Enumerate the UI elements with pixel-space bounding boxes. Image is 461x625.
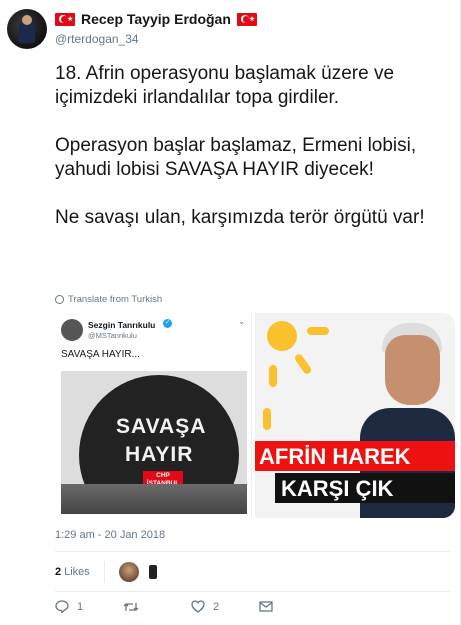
embedded-tweet-text: SAVAŞA HAYIR...	[61, 349, 140, 360]
sun-ray	[293, 352, 313, 376]
media-image-embedded-tweet[interactable]: Sezgin Tanrıkulu ✓ @MSTanrikulu ⌄ SAVAŞA…	[55, 313, 252, 518]
envelope-icon	[259, 601, 273, 612]
crowd-background	[61, 484, 247, 514]
like-button[interactable]: 2	[191, 600, 259, 613]
embedded-avatar	[61, 319, 83, 341]
reply-count: 1	[77, 600, 84, 613]
author-display-name[interactable]: Recep Tayyip Erdoğan	[81, 11, 231, 27]
avatar-head	[22, 15, 32, 25]
heart-icon	[191, 600, 205, 613]
tweet-timestamp[interactable]: 1:29 am - 20 Jan 2018	[55, 529, 165, 541]
likes-summary: 2 Likes	[55, 559, 167, 585]
author-handle[interactable]: @rterdogan_34	[55, 32, 139, 46]
retweet-button[interactable]	[123, 601, 191, 613]
divider	[55, 591, 450, 592]
likes-label[interactable]: Likes	[64, 566, 90, 578]
sign-text-line2: HAYIR	[125, 443, 194, 466]
likes-count[interactable]: 2	[55, 566, 61, 578]
tweet-text: 18. Afrin operasyonu başlamak üzere ve i…	[55, 62, 450, 254]
media-image-news[interactable]: AFRİN HAREK KARŞI ÇIK	[255, 313, 455, 518]
reply-icon	[55, 600, 69, 613]
retweet-icon	[123, 602, 139, 611]
media-grid: Sezgin Tanrıkulu ✓ @MSTanrikulu ⌄ SAVAŞA…	[55, 313, 455, 518]
turkey-flag-icon: ★	[55, 12, 75, 26]
divider	[103, 561, 105, 583]
tweet-paragraph: Operasyon başlar başlamaz, Ermeni lobisi…	[55, 135, 417, 180]
turkey-flag-icon: ★	[236, 12, 257, 26]
tweet-card: ★ Recep Tayyip Erdoğan ★ @rterdogan_34 1…	[0, 0, 461, 625]
embedded-author-handle: @MSTanrikulu	[88, 331, 137, 340]
sun-ray	[263, 408, 271, 430]
sun-logo-icon	[267, 321, 297, 351]
tweet-paragraph: Ne savaşı ulan, karşımızda terör örgütü …	[55, 207, 425, 228]
author-name-row[interactable]: ★ Recep Tayyip Erdoğan ★	[55, 11, 257, 27]
sun-ray	[307, 327, 329, 335]
news-headline-line1: AFRİN HAREK	[259, 444, 411, 469]
divider	[55, 551, 450, 552]
news-headline-line2: KARŞI ÇIK	[281, 476, 394, 501]
politician-face	[385, 335, 440, 405]
action-bar: 1 2	[55, 600, 327, 613]
sign-text-line1: SAVAŞA	[116, 415, 207, 438]
tweet-paragraph: 18. Afrin operasyonu başlamak üzere ve i…	[55, 63, 395, 108]
translate-label: Translate from Turkish	[68, 294, 163, 305]
globe-icon	[55, 295, 64, 304]
reply-button[interactable]: 1	[55, 600, 123, 613]
chp-badge-line1: CHP	[156, 472, 170, 479]
direct-message-button[interactable]	[259, 601, 327, 612]
embedded-author-name: Sezgin Tanrıkulu	[88, 320, 156, 330]
chevron-down-icon: ⌄	[238, 317, 245, 326]
protest-photo: SAVAŞA HAYIR CHP İSTANBUL	[61, 371, 247, 514]
liker-avatar[interactable]	[142, 562, 163, 582]
liker-avatar[interactable]	[118, 562, 139, 582]
like-count: 2	[213, 600, 220, 613]
verified-badge-icon: ✓	[163, 319, 172, 328]
author-avatar[interactable]	[7, 9, 47, 49]
translate-link[interactable]: Translate from Turkish	[55, 294, 162, 305]
sun-ray	[269, 365, 277, 387]
